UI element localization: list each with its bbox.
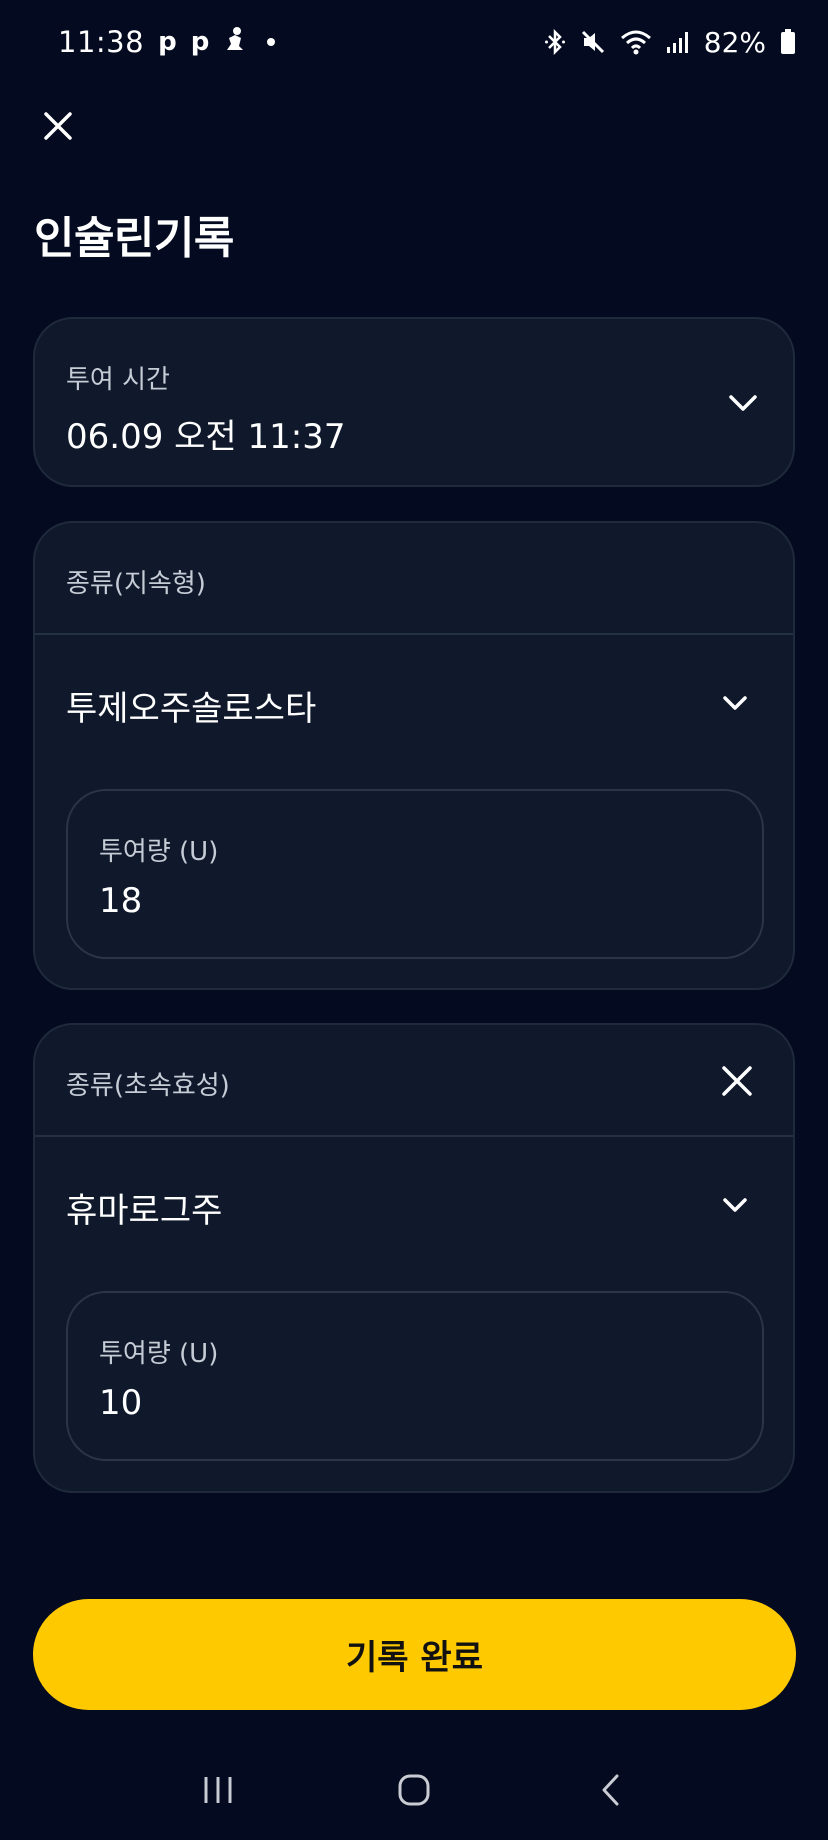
status-left: 11:38 p p — [58, 25, 276, 59]
dose-input[interactable]: 투여량 (U) 10 — [66, 1291, 764, 1461]
home-button[interactable] — [384, 1760, 444, 1820]
insulin-entry-card: 종류(초속효성) 휴마로그주 투여량 (U) 10 — [33, 1023, 795, 1493]
insulin-product-select[interactable]: 휴마로그주 — [35, 1137, 793, 1273]
notification-more-dot — [267, 38, 276, 46]
insulin-type-label: 종류(지속형) — [66, 569, 206, 599]
battery-icon — [780, 29, 796, 55]
submit-record-button[interactable]: 기록 완료 — [33, 1599, 796, 1710]
back-icon — [602, 1774, 619, 1806]
back-button[interactable] — [580, 1760, 640, 1820]
status-bar: 11:38 p p 82% — [0, 0, 828, 84]
insulin-product-select[interactable]: 투제오주솔로스타 — [35, 635, 793, 771]
status-time: 11:38 — [58, 25, 145, 59]
notification-p-icon: p — [190, 27, 210, 57]
close-button[interactable] — [36, 104, 80, 148]
insulin-type-header: 종류(초속효성) — [35, 1025, 793, 1137]
dose-value: 18 — [99, 881, 143, 921]
insulin-product-value: 투제오주솔로스타 — [66, 689, 317, 729]
notification-app-icon — [223, 26, 247, 59]
bluetooth-icon — [544, 29, 566, 55]
admin-time-select[interactable]: 투여 시간 06.09 오전 11:37 — [33, 317, 795, 487]
insulin-type-label: 종류(초속효성) — [66, 1071, 230, 1101]
chevron-down-icon — [729, 395, 757, 411]
insulin-entry-card: 종류(지속형) 투제오주솔로스타 투여량 (U) 18 — [33, 521, 795, 990]
admin-time-value: 06.09 오전 11:37 — [66, 417, 346, 457]
status-right: 82% — [544, 26, 796, 59]
remove-entry-button[interactable] — [719, 1063, 755, 1099]
chevron-down-icon — [723, 1198, 747, 1212]
page-title: 인슐린기록 — [34, 213, 234, 264]
insulin-product-value: 휴마로그주 — [66, 1191, 223, 1231]
home-icon — [398, 1774, 430, 1806]
insulin-type-header: 종류(지속형) — [35, 523, 793, 635]
dose-label: 투여량 (U) — [99, 1339, 219, 1369]
close-icon — [722, 1066, 752, 1096]
recent-apps-button[interactable] — [188, 1760, 248, 1820]
chevron-down-icon — [723, 696, 747, 710]
notification-p-icon: p — [158, 27, 177, 57]
dose-label: 투여량 (U) — [99, 837, 219, 867]
battery-percent: 82% — [703, 25, 766, 59]
recent-apps-icon — [204, 1777, 232, 1803]
wifi-icon — [620, 29, 652, 55]
close-icon — [44, 112, 72, 140]
dose-value: 10 — [99, 1383, 143, 1423]
signal-icon — [666, 30, 690, 54]
admin-time-label: 투여 시간 — [66, 365, 170, 395]
mute-icon — [580, 29, 606, 55]
dose-input[interactable]: 투여량 (U) 18 — [66, 789, 764, 959]
insulin-record-screen: 11:38 p p 82% 인슐린기록 투여 시간 06.09 오전 11:37… — [0, 0, 828, 1840]
system-nav-bar — [0, 1740, 828, 1840]
